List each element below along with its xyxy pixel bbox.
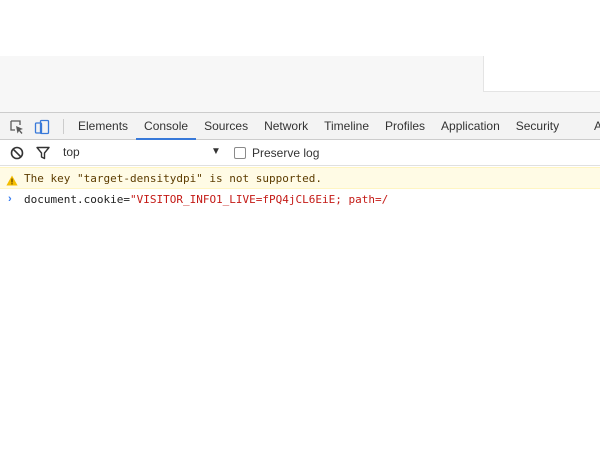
device-toolbar-icon[interactable]	[34, 119, 50, 135]
console-filter-bar: top ▼ Preserve log	[0, 140, 600, 166]
warning-icon	[6, 173, 18, 186]
tab-sources[interactable]: Sources	[196, 113, 256, 140]
page-content-box	[483, 56, 600, 92]
tab-console[interactable]: Console	[136, 113, 197, 140]
preserve-log-checkbox[interactable]	[234, 147, 246, 159]
devtools-tabbar: Elements Console Sources Network Timelin…	[0, 112, 600, 140]
tab-network[interactable]: Network	[256, 113, 316, 140]
toolbar-divider	[63, 119, 64, 134]
devtools-panel: Elements Console Sources Network Timelin…	[0, 112, 600, 450]
tab-timeline[interactable]: Timeline	[316, 113, 377, 140]
tab-elements[interactable]: Elements	[70, 113, 136, 140]
inspect-element-icon[interactable]	[9, 119, 25, 135]
filter-icon[interactable]	[35, 145, 51, 161]
tab-profiles[interactable]: Profiles	[377, 113, 433, 140]
tab-overflow[interactable]: A	[594, 113, 600, 140]
context-selector[interactable]: top	[63, 145, 80, 159]
preserve-log-label[interactable]: Preserve log	[252, 146, 319, 160]
command-string-literal: "VISITOR_INFO1_LIVE=fPQ4jCL6EiE; path=/	[129, 193, 389, 206]
tab-security[interactable]: Security	[508, 113, 567, 140]
tab-application[interactable]: Application	[433, 113, 508, 140]
devtools-tabs: Elements Console Sources Network Timelin…	[70, 113, 567, 140]
command-code: document.cookie=	[24, 193, 130, 206]
prompt-chevron-icon: ›	[8, 193, 12, 205]
warning-text: The key "target-densitydpi" is not suppo…	[24, 172, 323, 185]
clear-console-icon[interactable]	[9, 145, 25, 161]
web-page-viewport	[0, 0, 600, 112]
console-command[interactable]: document.cookie="VISITOR_INFO1_LIVE=fPQ4…	[24, 193, 388, 206]
console-input-line[interactable]: › document.cookie="VISITOR_INFO1_LIVE=fP…	[0, 191, 600, 209]
chevron-down-icon[interactable]: ▼	[211, 146, 221, 157]
console-warning-message: The key "target-densitydpi" is not suppo…	[0, 167, 600, 189]
